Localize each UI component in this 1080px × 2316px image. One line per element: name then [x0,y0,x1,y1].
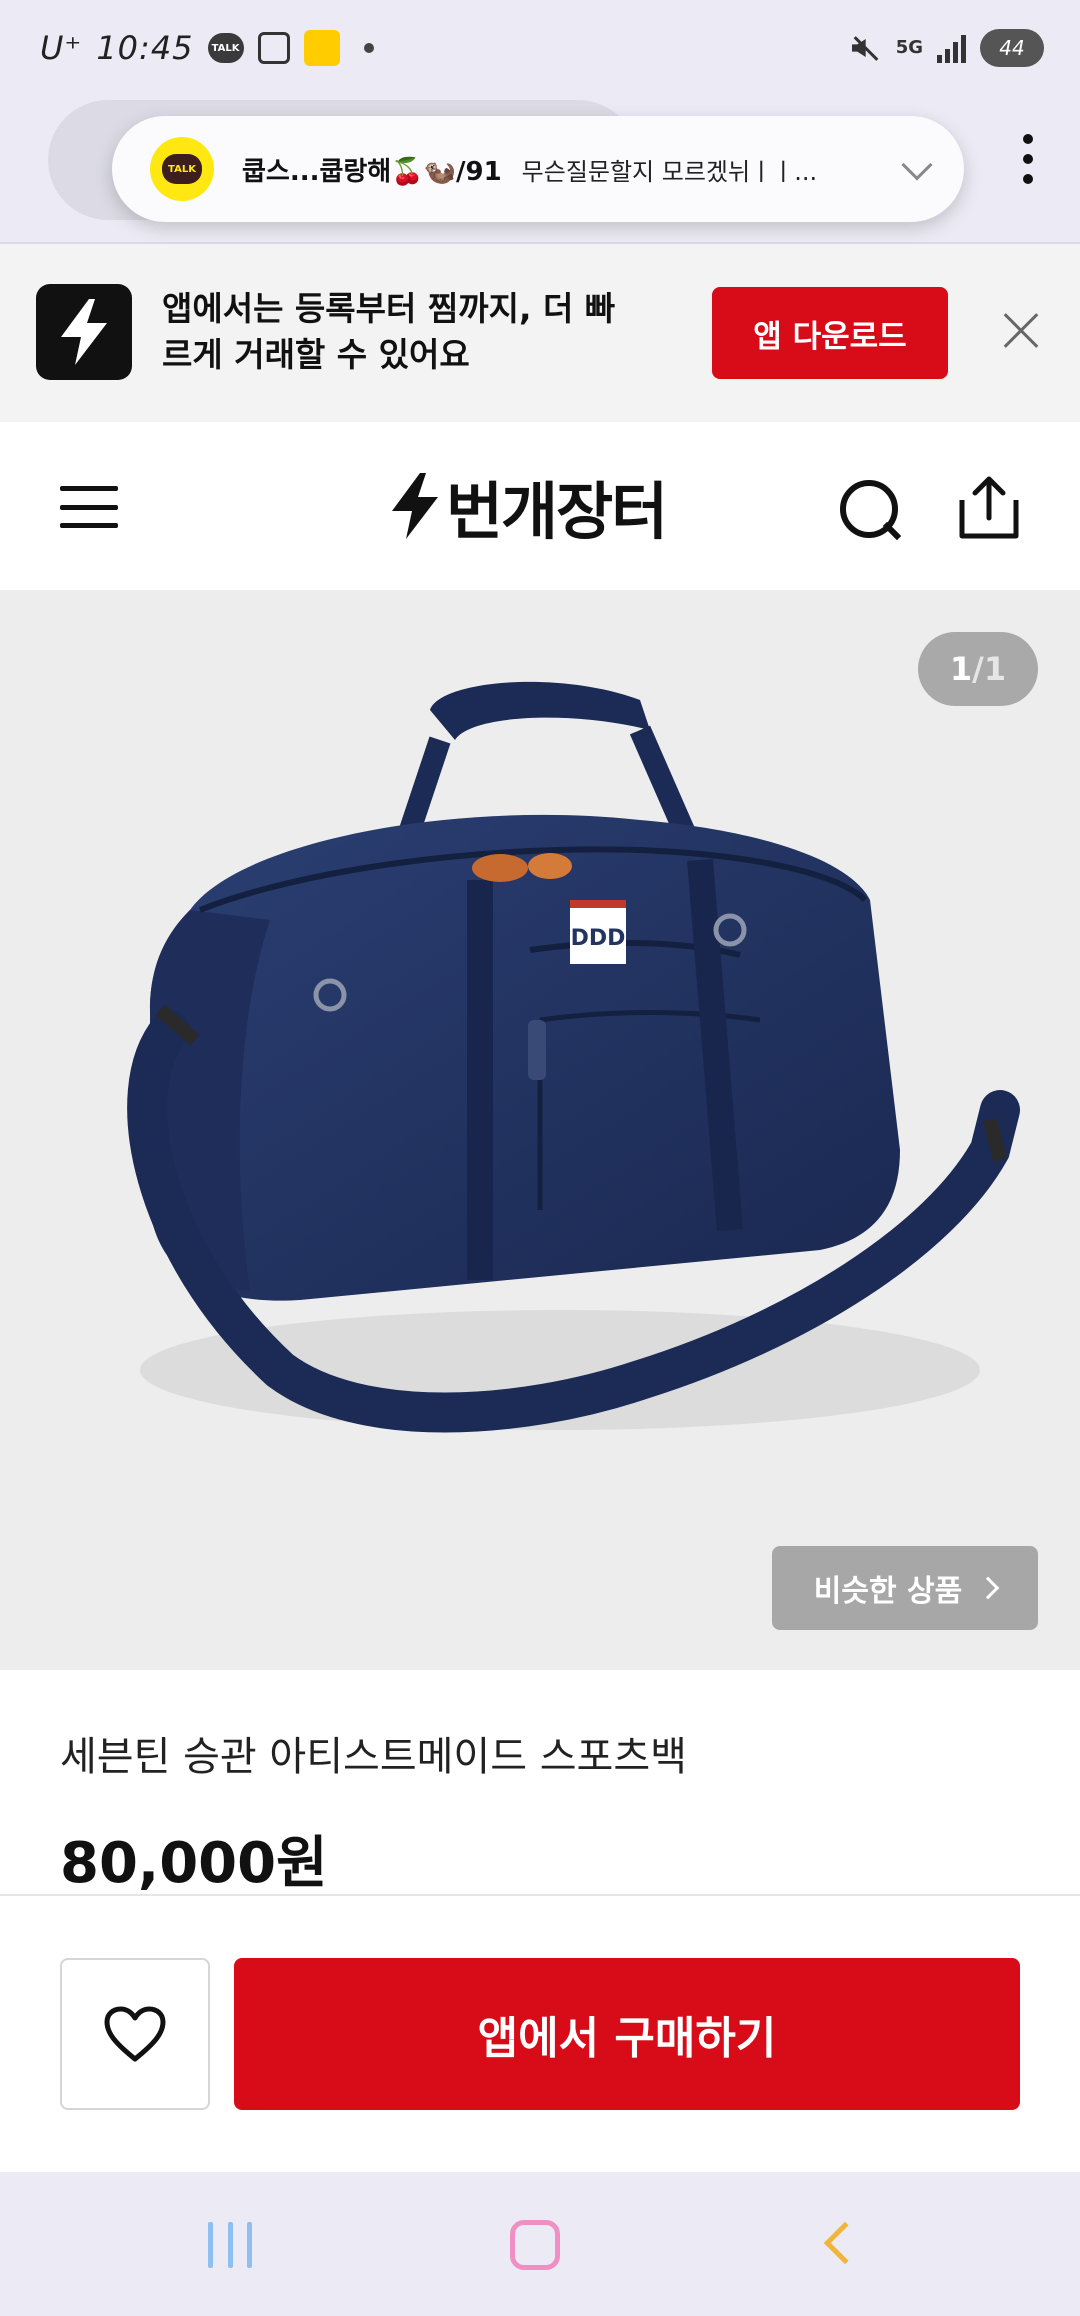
status-carrier: U⁺ [40,29,83,67]
system-navigation-bar [0,2172,1080,2316]
duffel-bag-image: DDD [127,681,1020,1433]
image-counter-current: 1 [949,650,973,688]
chat-notification-bubble[interactable]: TALK 쿱스...쿱랑해🍒🦦/91 무슨질문할지 모르겠뉘ㅣㅣ... [112,116,964,222]
browser-toolbar: 으 TALK 쿱스...쿱랑해🍒🦦/91 무슨질문할지 모르겠뉘ㅣㅣ... [0,96,1080,244]
site-header: 번개장터 [0,422,1080,590]
product-price: 80,000원 [60,1831,328,1896]
status-left: U⁺ 10:45 TALK [40,24,374,72]
lightning-logo-icon [392,473,438,539]
similar-products-button[interactable]: 비슷한 상품 [772,1546,1038,1630]
image-counter-separator: / [972,650,984,688]
product-image[interactable]: DDD 1 / 1 비슷한 상품 [0,590,1080,1670]
app-logo [36,284,132,380]
similar-products-label: 비슷한 상품 [813,1574,963,1609]
notification-title: 쿱스...쿱랑해🍒🦦/91 [242,156,502,187]
app-status-icon [303,30,340,66]
screenshot-status-icon [257,32,290,64]
purchase-action-bar: 앱에서 구매하기 [0,1896,1080,2172]
recent-apps-icon[interactable] [208,2222,252,2268]
product-title: 세븐틴 승관 아티스트메이드 스포츠백 [60,1734,687,1780]
brand-name: 번개장터 [446,475,668,548]
back-icon[interactable] [823,2221,867,2265]
like-button[interactable] [60,1958,210,2110]
menu-icon[interactable] [60,486,118,528]
lightning-icon [61,299,107,365]
brand-logo[interactable]: 번개장터 [388,470,668,548]
more-options-icon[interactable] [1022,134,1034,184]
more-notifications-dot-icon [363,43,374,53]
network-type: 5G [895,37,923,58]
share-icon[interactable] [958,474,1020,540]
signal-icon [937,33,966,63]
home-icon[interactable] [510,2220,560,2270]
app-download-button[interactable]: 앱 다운로드 [712,287,948,379]
mute-icon [848,31,882,65]
chevron-right-icon [976,1576,1000,1600]
image-counter: 1 / 1 [918,632,1038,706]
app-download-banner: 앱에서는 등록부터 찜까지, 더 빠르게 거래할 수 있어요 앱 다운로드 [0,244,1080,422]
heart-icon [104,2006,166,2062]
image-counter-total: 1 [983,650,1007,688]
notification-message: 무슨질문할지 모르겠뉘ㅣㅣ... [521,157,818,186]
kakaotalk-icon: TALK [150,137,214,201]
buy-in-app-button[interactable]: 앱에서 구매하기 [234,1958,1020,2110]
banner-message: 앱에서는 등록부터 찜까지, 더 빠르게 거래할 수 있어요 [162,289,616,374]
battery-indicator: 44 [980,29,1044,67]
search-icon[interactable] [838,478,902,542]
status-right: 5G 44 [848,26,1044,70]
bag-patch-text: DDD [571,926,626,951]
status-bar: U⁺ 10:45 TALK 5G 44 [0,0,1080,96]
close-icon[interactable] [994,304,1048,358]
notification-app-label: TALK [162,154,202,184]
chevron-down-icon[interactable] [901,149,933,181]
status-time: 10:45 [96,29,194,67]
kakaotalk-status-icon: TALK [207,33,244,63]
product-info: 세븐틴 승관 아티스트메이드 스포츠백 80,000원 [0,1670,1080,1896]
